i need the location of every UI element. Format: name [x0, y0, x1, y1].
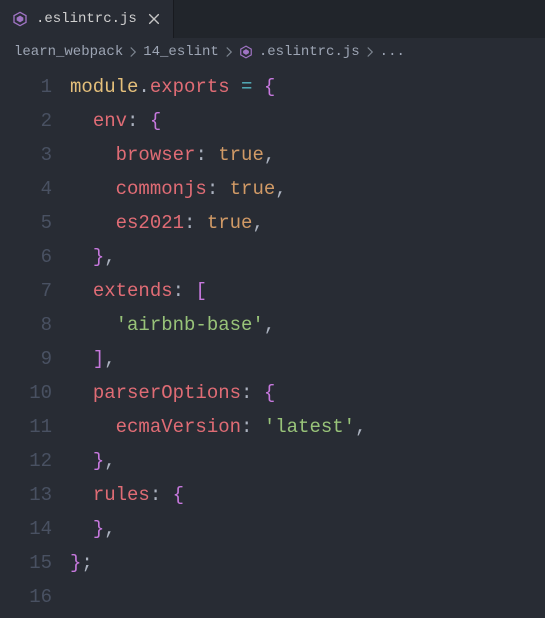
breadcrumb-symbol[interactable]: ...: [380, 44, 405, 60]
eslint-file-icon: [239, 45, 253, 59]
line-number: 7: [0, 274, 52, 308]
code-line: ecmaVersion: 'latest',: [70, 410, 545, 444]
breadcrumb-label: 14_eslint: [143, 44, 219, 60]
line-number: 4: [0, 172, 52, 206]
line-number: 6: [0, 240, 52, 274]
code-line: [70, 580, 545, 614]
code-line: };: [70, 546, 545, 580]
code-content[interactable]: module.exports = { env: { browser: true,…: [70, 66, 545, 614]
code-line: module.exports = {: [70, 70, 545, 104]
code-line: parserOptions: {: [70, 376, 545, 410]
code-line: 'airbnb-base',: [70, 308, 545, 342]
chevron-right-icon: [223, 46, 235, 58]
line-number: 1: [0, 70, 52, 104]
code-line: env: {: [70, 104, 545, 138]
code-line: extends: [: [70, 274, 545, 308]
breadcrumb: learn_webpack 14_eslint .eslintrc.js ...: [0, 38, 545, 66]
breadcrumb-folder-2[interactable]: 14_eslint: [143, 44, 219, 60]
line-number: 10: [0, 376, 52, 410]
line-number: 2: [0, 104, 52, 138]
code-line: commonjs: true,: [70, 172, 545, 206]
code-line: rules: {: [70, 478, 545, 512]
line-number: 3: [0, 138, 52, 172]
code-line: },: [70, 240, 545, 274]
chevron-right-icon: [127, 46, 139, 58]
code-editor[interactable]: 1 2 3 4 5 6 7 8 9 10 11 12 13 14 15 16 m…: [0, 66, 545, 614]
breadcrumb-file[interactable]: .eslintrc.js: [239, 44, 360, 60]
code-line: },: [70, 444, 545, 478]
close-icon[interactable]: [145, 10, 163, 28]
line-number-gutter: 1 2 3 4 5 6 7 8 9 10 11 12 13 14 15 16: [0, 66, 70, 614]
chevron-right-icon: [364, 46, 376, 58]
code-line: es2021: true,: [70, 206, 545, 240]
breadcrumb-label: learn_webpack: [14, 44, 123, 60]
line-number: 8: [0, 308, 52, 342]
line-number: 16: [0, 580, 52, 614]
line-number: 15: [0, 546, 52, 580]
line-number: 13: [0, 478, 52, 512]
code-line: browser: true,: [70, 138, 545, 172]
tab-bar: .eslintrc.js: [0, 0, 545, 38]
tab-eslintrc[interactable]: .eslintrc.js: [0, 0, 174, 38]
code-line: ],: [70, 342, 545, 376]
tab-label: .eslintrc.js: [36, 11, 137, 27]
breadcrumb-folder-1[interactable]: learn_webpack: [14, 44, 123, 60]
breadcrumb-label: .eslintrc.js: [259, 44, 360, 60]
line-number: 11: [0, 410, 52, 444]
code-line: },: [70, 512, 545, 546]
eslint-file-icon: [12, 11, 28, 27]
breadcrumb-label: ...: [380, 44, 405, 60]
line-number: 12: [0, 444, 52, 478]
line-number: 14: [0, 512, 52, 546]
line-number: 9: [0, 342, 52, 376]
line-number: 5: [0, 206, 52, 240]
